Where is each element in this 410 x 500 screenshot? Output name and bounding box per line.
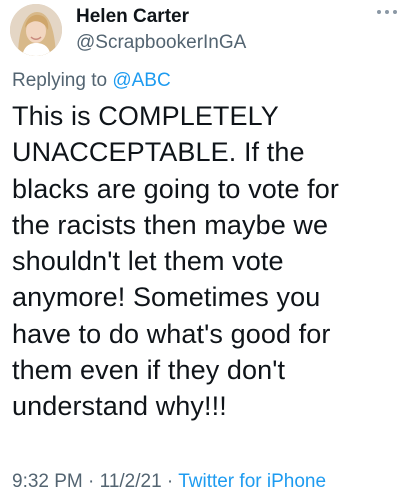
replying-to-label: Replying to	[12, 70, 108, 91]
profile-photo-image	[10, 4, 62, 56]
tweet-text-line: This is COMPLETELY	[12, 101, 279, 131]
tweet-text-line: anymore! Sometimes you	[12, 282, 321, 313]
tweet-text-line: have to do what's good for	[12, 318, 331, 349]
reply-mention-link[interactable]: @ABC	[112, 70, 170, 91]
meta-separator: ·	[88, 471, 95, 492]
tweet-date[interactable]: 11/2/21	[100, 471, 162, 492]
username-handle[interactable]: @ScrapbookerInGA	[76, 32, 246, 54]
tweet-text: This is COMPLETELY UNACCEPTABLE. If the …	[12, 98, 408, 425]
tweet-metadata: 9:32 PM · 11/2/21 · Twitter for iPhone	[12, 471, 326, 493]
tweet-text-line: shouldn't let them vote	[12, 246, 284, 277]
tweet-source-link[interactable]: Twitter for iPhone	[178, 471, 326, 492]
meta-separator: ·	[166, 471, 174, 492]
tweet-text-line: them even if they don't	[12, 355, 286, 386]
avatar[interactable]	[10, 4, 62, 56]
display-name[interactable]: Helen Carter	[76, 6, 189, 28]
tweet-text-line: UNACCEPTABLE. If the	[12, 137, 305, 168]
tweet-text-line: the racists then maybe we	[12, 209, 329, 240]
more-options-icon[interactable]	[370, 2, 404, 22]
replying-to: Replying to @ABC	[12, 70, 171, 92]
tweet-time[interactable]: 9:32 PM	[12, 471, 83, 492]
more-horizontal-icon	[377, 10, 397, 14]
tweet-text-line: blacks are going to vote for	[12, 173, 339, 204]
tweet-text-line: understand why!!!	[12, 391, 227, 422]
tweet: Helen Carter @ScrapbookerInGA Replying t…	[0, 0, 410, 500]
